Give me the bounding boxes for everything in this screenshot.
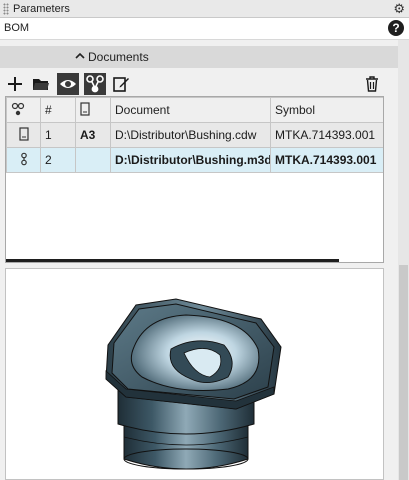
- edit-button[interactable]: [110, 73, 132, 95]
- bom-bar: BOM ?: [0, 18, 409, 40]
- plus-icon: [8, 77, 22, 91]
- bom-label: BOM: [4, 22, 30, 34]
- edit-icon: [113, 77, 129, 92]
- row-format: [75, 147, 111, 173]
- bushing-model-image: [105, 298, 282, 470]
- documents-section-header[interactable]: Documents: [0, 46, 398, 68]
- preview-toggle-button[interactable]: [57, 73, 79, 95]
- row-number: 1: [40, 122, 76, 148]
- documents-panel: Documents # Document Symbol 1 A3 D:\Dist…: [0, 40, 398, 480]
- column-header-number[interactable]: #: [40, 97, 76, 123]
- gear-icon[interactable]: ⚙: [393, 0, 405, 18]
- add-button[interactable]: [4, 73, 26, 95]
- table-horizontal-scrollbar[interactable]: [6, 259, 339, 262]
- documents-table: # Document Symbol 1 A3 D:\Distributor\Bu…: [5, 96, 384, 263]
- eye-icon: [60, 80, 76, 88]
- drag-handle[interactable]: [3, 2, 9, 15]
- delete-button[interactable]: [361, 73, 383, 95]
- row-format: A3: [75, 122, 111, 148]
- row-symbol: MTKA.714393.001: [270, 147, 383, 173]
- model-preview: [5, 268, 384, 480]
- panel-title-bar: Parameters ⚙: [0, 0, 409, 18]
- row-type-cell: [6, 147, 41, 173]
- table-row[interactable]: 1 A3 D:\Distributor\Bushing.cdw MTKA.714…: [6, 122, 383, 148]
- row-document: D:\Distributor\Bushing.cdw: [110, 122, 271, 148]
- column-header-document[interactable]: Document: [110, 97, 271, 123]
- row-number: 2: [40, 147, 76, 173]
- documents-section-label: Documents: [88, 50, 149, 64]
- scrollbar-thumb[interactable]: [399, 265, 408, 480]
- help-icon[interactable]: ?: [388, 20, 404, 36]
- link-nodes-icon: [86, 75, 104, 93]
- column-header-link[interactable]: [6, 97, 41, 123]
- table-row-selected[interactable]: 2 D:\Distributor\Bushing.m3d MTKA.714393…: [6, 147, 383, 173]
- column-header-symbol[interactable]: Symbol: [270, 97, 383, 123]
- folder-icon: [33, 79, 49, 90]
- trash-icon: [366, 76, 378, 92]
- panel-vertical-scrollbar[interactable]: [398, 40, 409, 480]
- documents-toolbar: [4, 73, 388, 97]
- link-icon: [20, 152, 27, 165]
- link-button[interactable]: [84, 73, 106, 95]
- chevron-up-icon: [75, 52, 85, 59]
- row-document: D:\Distributor\Bushing.m3d: [110, 147, 271, 173]
- table-header-row: # Document Symbol: [6, 97, 383, 123]
- row-type-cell: [6, 122, 41, 148]
- row-symbol: MTKA.714393.001: [270, 122, 383, 148]
- sheet-icon: [18, 126, 29, 141]
- panel-title: Parameters: [13, 2, 70, 15]
- sheet-column-icon: [80, 101, 90, 116]
- link-column-icon: [11, 102, 25, 115]
- open-button[interactable]: [30, 73, 52, 95]
- column-header-sheet[interactable]: [75, 97, 111, 123]
